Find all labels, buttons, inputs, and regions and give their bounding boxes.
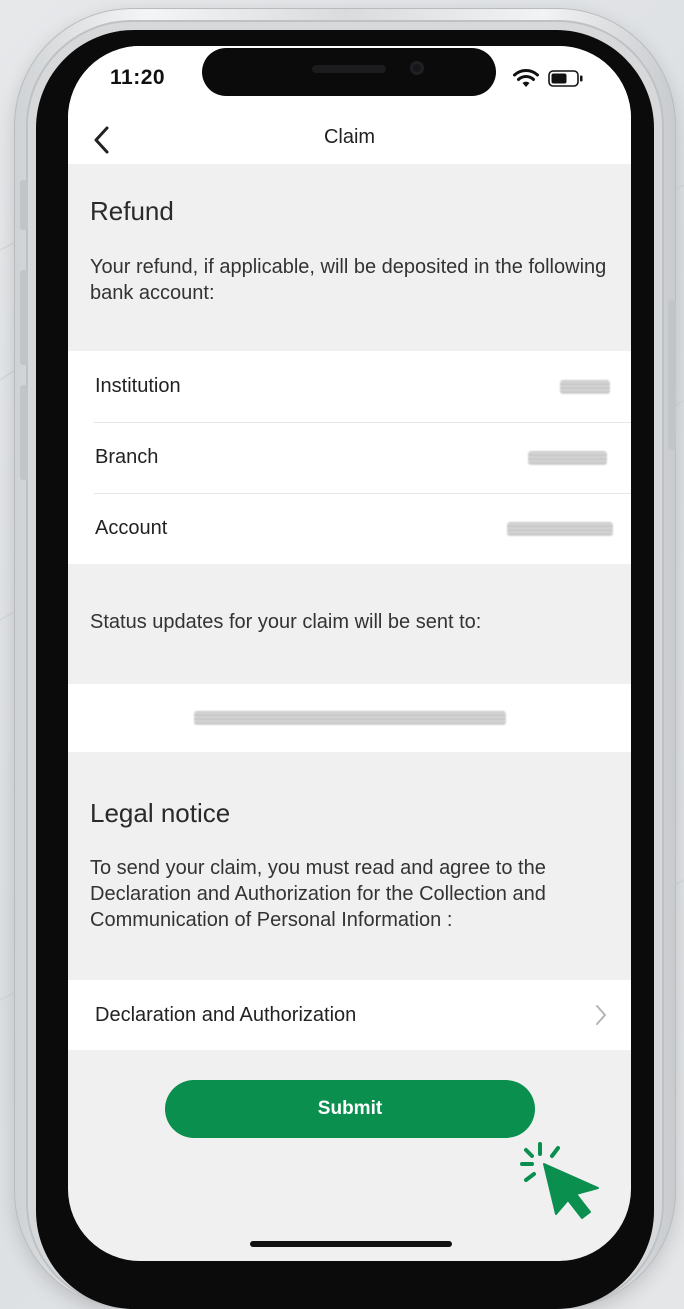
- declaration-link-row[interactable]: Declaration and Authorization: [68, 980, 631, 1050]
- account-row: Account: [68, 493, 631, 564]
- legal-notice-heading: Legal notice: [90, 798, 231, 828]
- status-time: 11:20: [110, 66, 166, 89]
- branch-label: Branch: [95, 446, 159, 468]
- branch-value-redacted: [528, 450, 607, 465]
- navigation-bar: Claim: [68, 116, 631, 164]
- chevron-right-icon: [596, 1005, 606, 1025]
- institution-value-redacted: [560, 379, 610, 394]
- page-title: Claim: [323, 126, 376, 148]
- status-updates-description: Status updates for your claim will be se…: [90, 611, 482, 633]
- wifi-icon: [513, 69, 539, 87]
- refund-description: Your refund, if applicable, will be depo…: [90, 256, 607, 304]
- declaration-label: Declaration and Authorization: [95, 1003, 357, 1026]
- dynamic-island: [202, 48, 496, 96]
- front-camera: [410, 61, 424, 75]
- home-indicator[interactable]: [250, 1241, 452, 1247]
- legal-notice-description: To send your claim, you must read and ag…: [90, 857, 546, 931]
- phone-screen: 11:20 Claim Refund Your refund, if appli…: [68, 46, 631, 1261]
- speaker-grille: [312, 65, 386, 73]
- side-button-volume-down: [20, 385, 28, 480]
- side-button-volume-up: [20, 270, 28, 365]
- account-label: Account: [95, 517, 168, 539]
- side-button-mute: [20, 180, 28, 230]
- refund-heading: Refund: [90, 196, 174, 226]
- battery-icon: [548, 70, 583, 87]
- institution-row: Institution: [68, 351, 631, 422]
- institution-label: Institution: [95, 375, 181, 397]
- bank-account-card: Institution Branch Account: [68, 351, 631, 564]
- branch-row: Branch: [68, 422, 631, 493]
- submit-button[interactable]: Submit: [165, 1080, 535, 1138]
- contact-email-redacted: [194, 711, 506, 725]
- pointer-cursor-icon: [520, 1142, 599, 1219]
- status-bar: 11:20: [68, 46, 631, 116]
- account-value-redacted: [507, 521, 613, 536]
- contact-card: [68, 684, 631, 752]
- side-button-power: [668, 300, 676, 450]
- declaration-card: Declaration and Authorization: [68, 980, 631, 1050]
